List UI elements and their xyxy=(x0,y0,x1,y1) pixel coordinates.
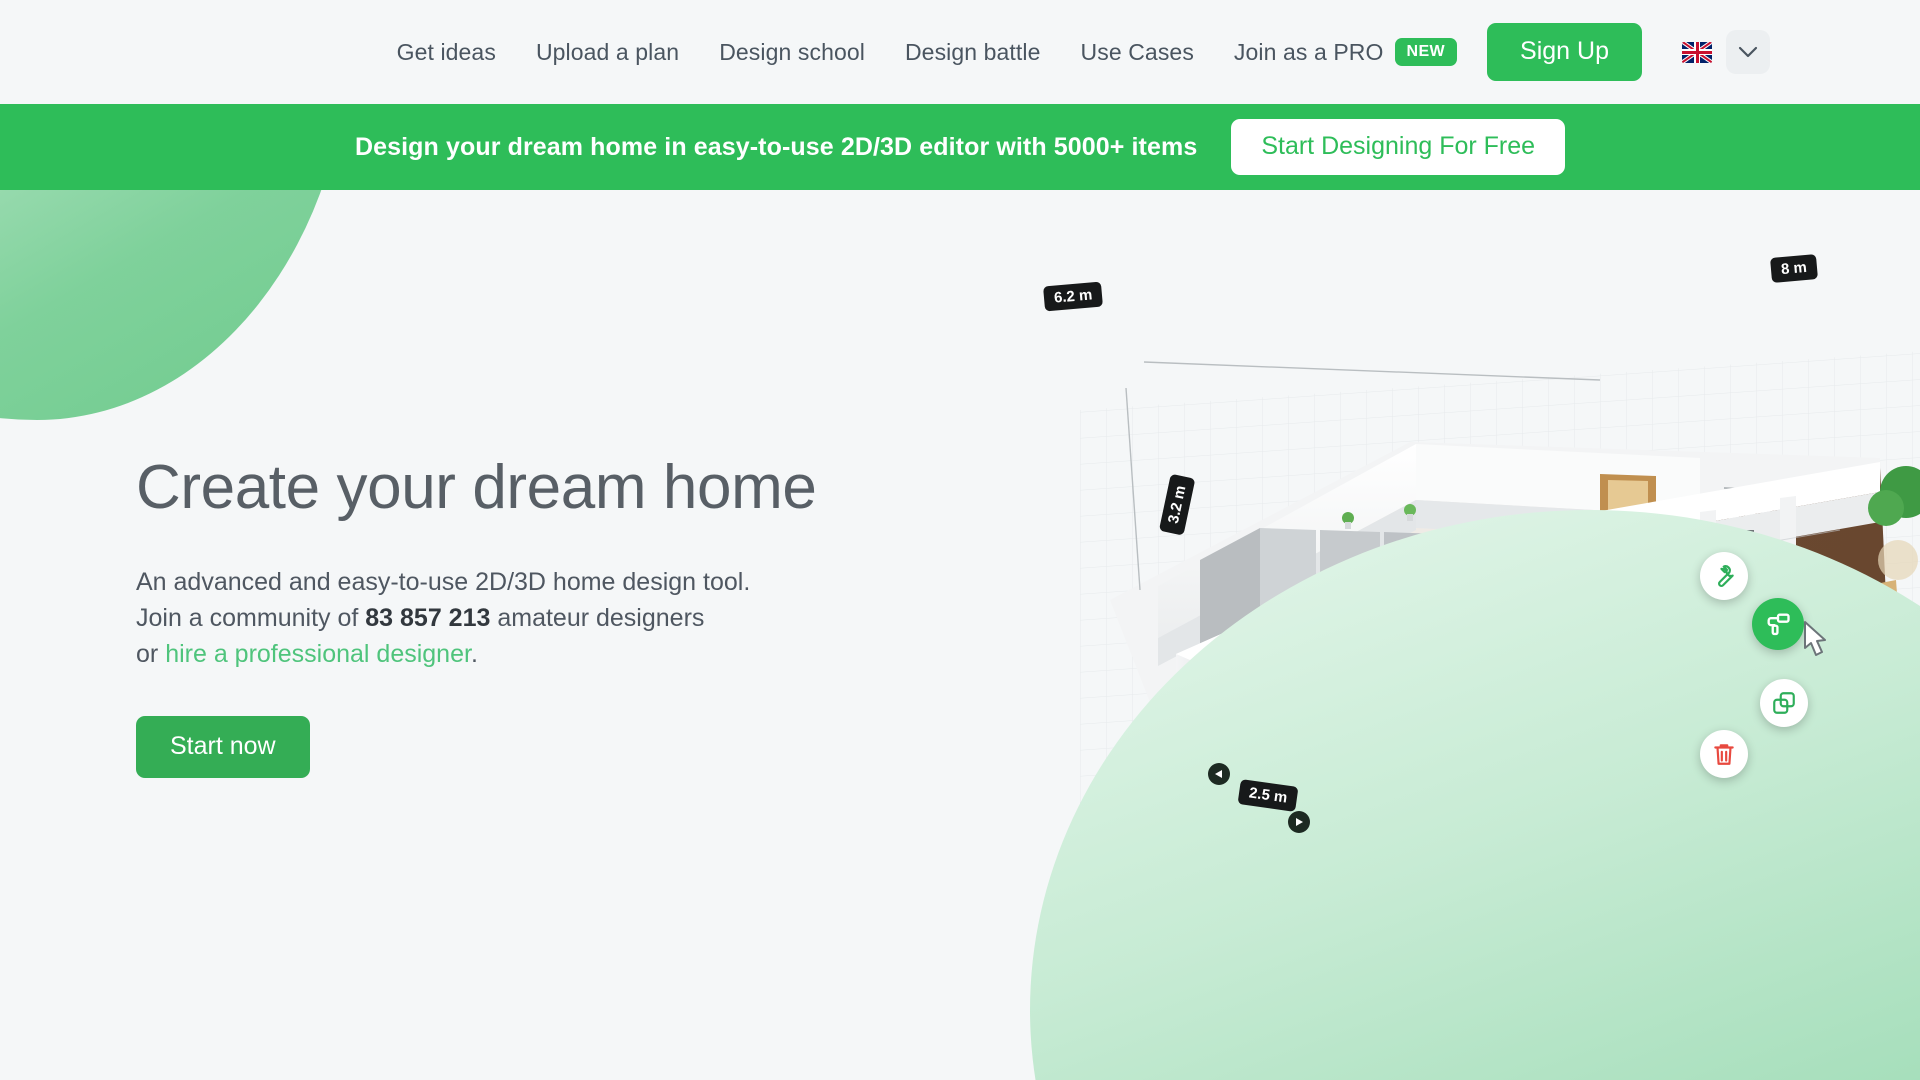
nav-design-school[interactable]: Design school xyxy=(699,39,885,66)
trash-icon[interactable] xyxy=(1700,730,1748,778)
hero-line-1: An advanced and easy-to-use 2D/3D home d… xyxy=(136,568,751,597)
page-title: Create your dream home xyxy=(136,453,817,522)
hero-line-3-prefix: or xyxy=(136,640,166,669)
chevron-down-icon[interactable] xyxy=(1726,30,1770,74)
language-selector[interactable] xyxy=(1682,30,1770,74)
page-root: 6.2 m 8 m 3.2 m 2.5 m Design your dream … xyxy=(0,0,1920,1080)
hero-line-2-prefix: Join a community of xyxy=(136,604,366,633)
main-navigation: Get ideas Upload a plan Design school De… xyxy=(377,23,1770,81)
nav-join-as-a-pro[interactable]: Join as a PRO xyxy=(1234,39,1384,66)
dimension-label-bedroom-width[interactable]: 8 m xyxy=(1769,254,1818,283)
nav-design-battle[interactable]: Design battle xyxy=(885,39,1061,66)
community-count: 83 857 213 xyxy=(365,604,491,633)
nav-upload-a-plan[interactable]: Upload a plan xyxy=(516,39,699,66)
wrench-icon[interactable] xyxy=(1700,552,1748,600)
promo-banner-text: Design your dream home in easy-to-use 2D… xyxy=(354,132,1198,161)
uk-flag-icon xyxy=(1682,41,1712,63)
start-now-button[interactable]: Start now xyxy=(136,716,310,778)
hero-description: An advanced and easy-to-use 2D/3D home d… xyxy=(136,564,1036,672)
mouse-cursor-icon xyxy=(1796,618,1834,667)
site-header: Get ideas Upload a plan Design school De… xyxy=(0,0,1920,104)
hire-professional-designer-link[interactable]: hire a professional designer xyxy=(165,640,471,668)
hero-line-2-suffix: amateur designers xyxy=(490,604,705,633)
header-gradient-fade xyxy=(0,0,300,104)
hero-line-3-suffix: . xyxy=(470,640,478,669)
start-designing-free-button[interactable]: Start Designing For Free xyxy=(1231,119,1566,175)
nav-use-cases[interactable]: Use Cases xyxy=(1061,39,1214,66)
nav-get-ideas[interactable]: Get ideas xyxy=(377,39,516,66)
promo-banner: Design your dream home in easy-to-use 2D… xyxy=(0,104,1920,190)
hero-section: Create your dream home An advanced and e… xyxy=(136,455,1036,778)
duplicate-icon[interactable] xyxy=(1760,679,1808,727)
nav-join-as-pro-group: Join as a PRO NEW xyxy=(1214,38,1458,66)
sign-up-button[interactable]: Sign Up xyxy=(1487,23,1642,81)
dimension-handle-right[interactable] xyxy=(1288,811,1310,833)
dimension-label-kitchen-width[interactable]: 6.2 m xyxy=(1043,281,1104,312)
new-badge: NEW xyxy=(1394,38,1458,66)
dimension-handle-left[interactable] xyxy=(1208,763,1230,785)
